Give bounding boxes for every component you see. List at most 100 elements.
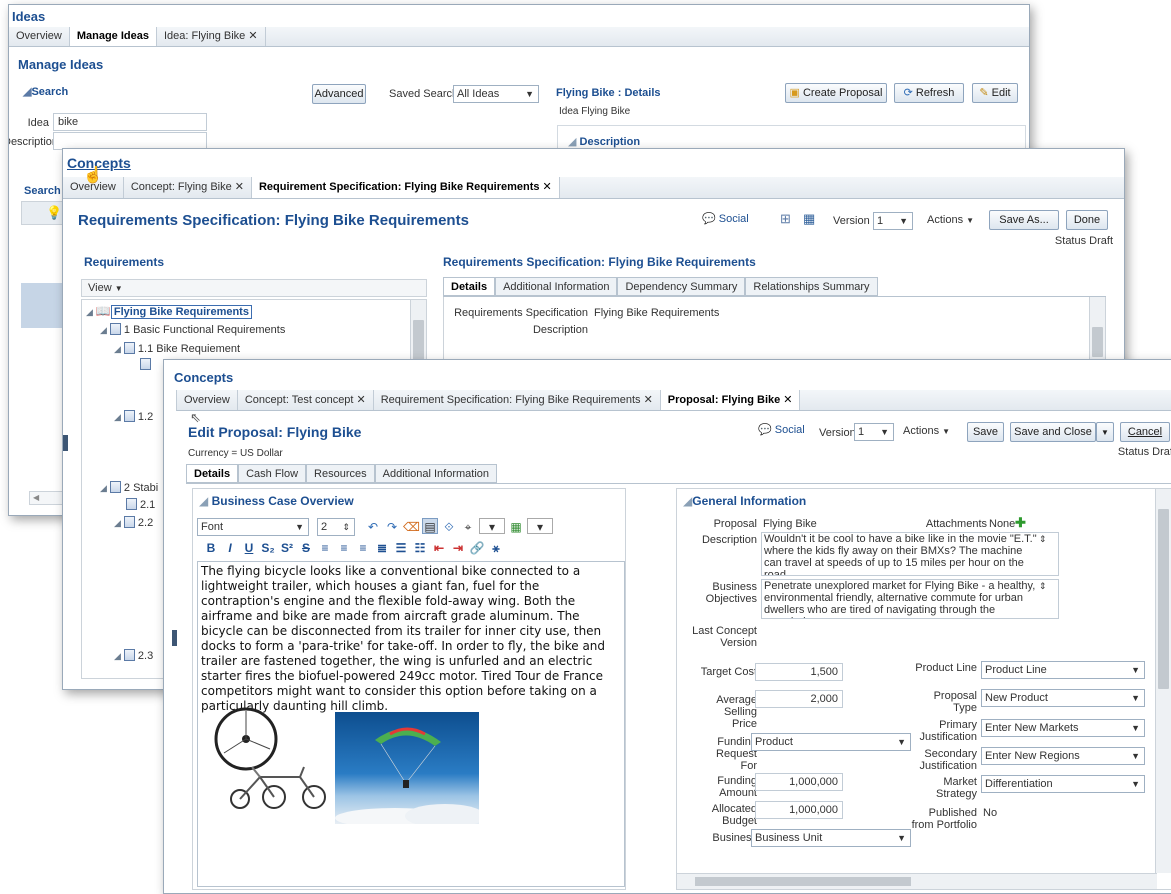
tree-node[interactable]: ◢ 1.1 Bike Requiement: [114, 342, 240, 355]
done-button[interactable]: Done: [1066, 210, 1108, 230]
tab-manage-ideas[interactable]: Manage Ideas: [69, 27, 157, 46]
save-button[interactable]: Save: [967, 422, 1004, 442]
bullet-list-icon[interactable]: ☰: [393, 540, 409, 556]
save-options-button[interactable]: ▼: [1096, 422, 1114, 442]
rich-text-editor[interactable]: The flying bicycle looks like a conventi…: [197, 561, 625, 887]
font-size-select[interactable]: 2 ⇕: [317, 518, 355, 536]
horizontal-scrollbar[interactable]: [677, 873, 1157, 889]
tree-node[interactable]: ◢ 2.2: [114, 516, 153, 529]
tab-concept-test[interactable]: Concept: Test concept ✕: [238, 390, 374, 410]
idea-input[interactable]: bike: [53, 113, 207, 131]
close-icon[interactable]: ✕: [543, 181, 552, 193]
objectives-spinner-icon[interactable]: ⇕: [1039, 581, 1047, 592]
superscript-icon[interactable]: S²: [279, 540, 295, 556]
target-cost-input[interactable]: 1,500: [755, 663, 843, 681]
create-proposal-button[interactable]: ▣ Create Proposal: [785, 83, 887, 103]
social-link[interactable]: 💬 Social: [758, 423, 805, 436]
close-icon[interactable]: ✕: [235, 181, 244, 193]
tree-leaf[interactable]: [140, 358, 154, 371]
italic-icon[interactable]: I: [222, 540, 238, 556]
refresh-button[interactable]: ⟳ Refresh: [894, 83, 964, 103]
tab-additional-information[interactable]: Additional Information: [495, 277, 618, 296]
eraser-icon[interactable]: ⌫: [403, 519, 420, 535]
tab-cash-flow[interactable]: Cash Flow: [238, 464, 307, 483]
rich-text-mode-icon[interactable]: ▤: [422, 518, 438, 534]
funding-amount-input[interactable]: 1,000,000: [755, 773, 843, 791]
market-strategy-select[interactable]: Differentiation ▼: [981, 775, 1145, 793]
add-attachment-icon[interactable]: ✚: [1015, 515, 1026, 531]
align-right-icon[interactable]: ≡: [355, 540, 371, 556]
close-icon[interactable]: ✕: [644, 394, 653, 406]
product-line-select[interactable]: Product Line ▼: [981, 661, 1145, 679]
bg-color-picker-icon[interactable]: ▾: [527, 518, 553, 534]
splitter-handle[interactable]: [172, 630, 177, 646]
social-link[interactable]: 💬 Social: [702, 212, 749, 225]
tab-overview[interactable]: Overview: [9, 27, 70, 46]
tree-node[interactable]: 2.1: [126, 498, 155, 511]
tab-overview[interactable]: Overview: [177, 390, 238, 410]
splitter-handle[interactable]: [63, 435, 68, 451]
average-selling-price-input[interactable]: 2,000: [755, 690, 843, 708]
link-icon[interactable]: 🔗: [469, 540, 485, 556]
source-mode-icon[interactable]: ⟐: [441, 519, 457, 535]
close-icon[interactable]: ✕: [248, 30, 257, 42]
cancel-button[interactable]: Cancel: [1120, 422, 1170, 442]
description-spinner-icon[interactable]: ⇕: [1039, 534, 1047, 545]
undo-icon[interactable]: ↶: [365, 519, 381, 535]
tab-requirement-spec[interactable]: Requirement Specification: Flying Bike R…: [251, 177, 560, 198]
tab-idea-flying-bike[interactable]: Idea: Flying Bike ✕: [157, 27, 266, 46]
description-textarea[interactable]: Wouldn't it be cool to have a bike like …: [761, 532, 1059, 576]
general-info-scrollbar[interactable]: [1155, 489, 1171, 873]
business-select[interactable]: Business Unit ▼: [751, 829, 911, 847]
outdent-icon[interactable]: ⇤: [431, 540, 447, 556]
align-left-icon[interactable]: ≡: [317, 540, 333, 556]
search-section-header[interactable]: ◢Search: [23, 85, 68, 98]
actions-menu[interactable]: Actions ▼: [903, 425, 950, 437]
tab-requirement-spec[interactable]: Requirement Specification: Flying Bike R…: [374, 390, 661, 410]
tab-resources[interactable]: Resources: [306, 464, 375, 483]
funding-request-select[interactable]: Product ▼: [751, 733, 911, 751]
tab-details[interactable]: Details: [186, 464, 239, 483]
justify-icon[interactable]: ≣: [374, 540, 390, 556]
unlink-icon[interactable]: ⚹: [488, 540, 504, 556]
tree-node[interactable]: ◢ 1.2: [114, 410, 153, 423]
close-icon[interactable]: ✕: [357, 394, 366, 406]
close-icon[interactable]: ✕: [783, 394, 792, 406]
saved-search-select[interactable]: All Ideas ▼: [453, 85, 539, 103]
tree-node-root[interactable]: ◢ 📖 Flying Bike Requirements: [86, 304, 252, 319]
secondary-justification-select[interactable]: Enter New Regions ▼: [981, 747, 1145, 765]
font-select[interactable]: Font ▼: [197, 518, 309, 536]
strikethrough-icon[interactable]: S: [298, 540, 314, 556]
redo-icon[interactable]: ↷: [384, 519, 400, 535]
underline-icon[interactable]: U: [241, 540, 257, 556]
tab-concept-flying-bike[interactable]: Concept: Flying Bike ✕: [124, 177, 252, 198]
business-case-header[interactable]: ◢ Business Case Overview: [199, 494, 354, 508]
save-as-button[interactable]: Save As...: [989, 210, 1059, 230]
edit-button[interactable]: ✎ Edit: [972, 83, 1018, 103]
align-center-icon[interactable]: ≡: [336, 540, 352, 556]
general-info-header[interactable]: ◢General Information: [683, 494, 806, 508]
advanced-button[interactable]: Advanced: [312, 84, 366, 104]
color-picker-icon[interactable]: ▾: [479, 518, 505, 534]
version-select[interactable]: 1 ▼: [854, 423, 894, 441]
business-objectives-textarea[interactable]: Penetrate unexplored market for Flying B…: [761, 579, 1059, 619]
subscript-icon[interactable]: S₂: [260, 540, 276, 556]
tab-details[interactable]: Details: [443, 277, 496, 296]
tree-node[interactable]: ◢ 2.3: [114, 649, 153, 662]
view-menu[interactable]: View ▼: [81, 279, 427, 297]
tab-additional-information[interactable]: Additional Information: [374, 464, 498, 483]
scroll-thumb[interactable]: [1092, 327, 1103, 357]
save-and-close-button[interactable]: Save and Close: [1010, 422, 1096, 442]
version-select[interactable]: 1 ▼: [873, 212, 913, 230]
tab-relationships-summary[interactable]: Relationships Summary: [745, 277, 878, 296]
tree-node[interactable]: ◢ 1 Basic Functional Requirements: [100, 323, 285, 336]
actions-menu[interactable]: Actions ▼: [927, 214, 974, 226]
allocated-budget-input[interactable]: 1,000,000: [755, 801, 843, 819]
tree-node[interactable]: ◢ 2 Stabi: [100, 481, 158, 494]
description-section-header[interactable]: ◢ Description: [568, 135, 640, 148]
bold-icon[interactable]: B: [203, 540, 219, 556]
spec-scrollbar[interactable]: [1089, 297, 1105, 367]
scroll-thumb[interactable]: [695, 877, 911, 886]
lightbulb-icon[interactable]: 💡: [46, 205, 62, 221]
tab-proposal-flying-bike[interactable]: Proposal: Flying Bike ✕: [660, 390, 801, 410]
